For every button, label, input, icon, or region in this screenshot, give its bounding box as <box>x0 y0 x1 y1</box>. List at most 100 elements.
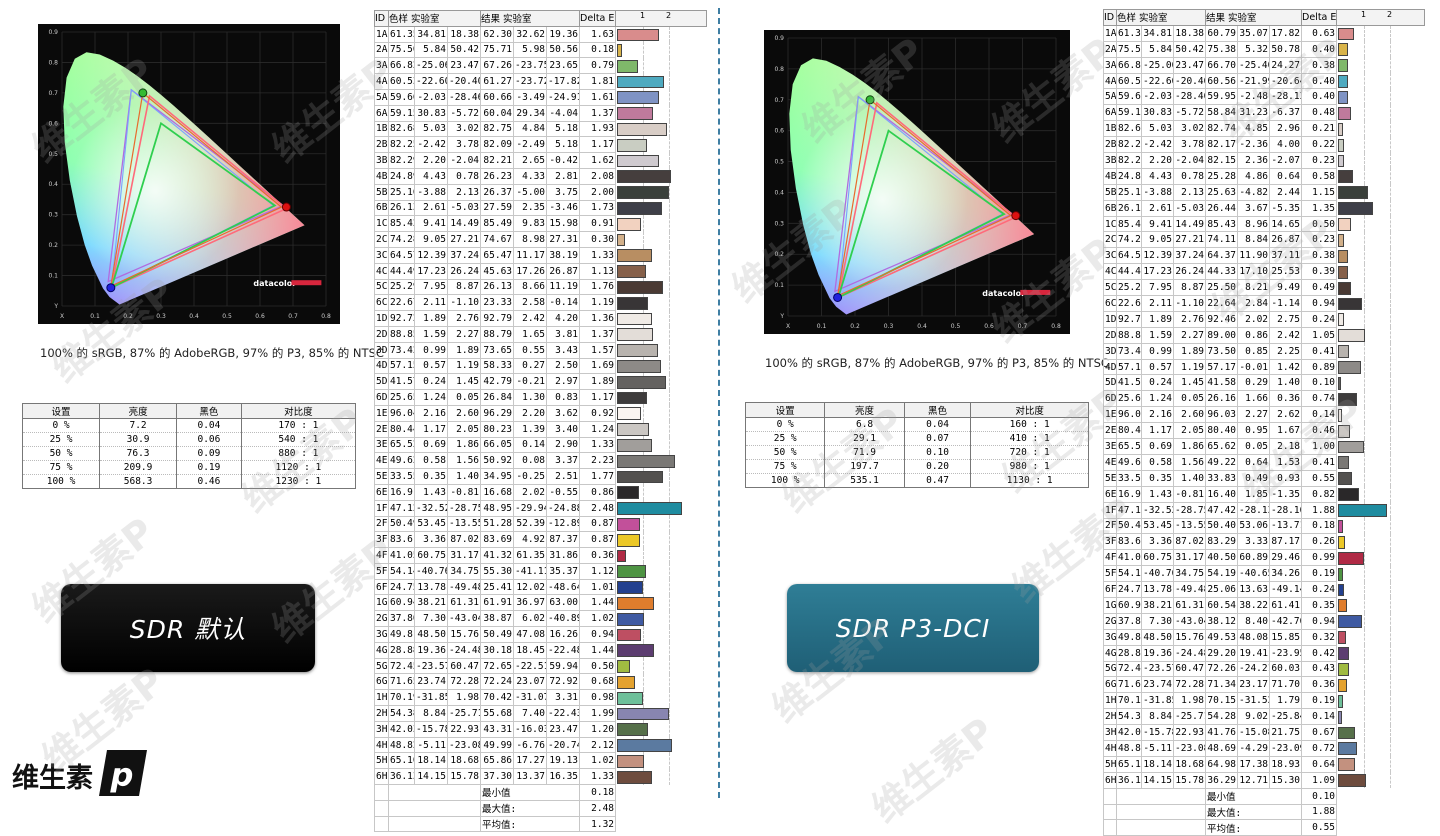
delta-e-bar-cell <box>615 200 707 216</box>
summary-blank <box>1115 787 1207 805</box>
lab-value: 24.75 <box>388 578 415 596</box>
delta-e-bar-cell <box>1336 184 1425 201</box>
patch-id: 1F <box>374 499 389 517</box>
lab-value: 60.75 <box>1141 549 1174 567</box>
lab-value: 1.45 <box>446 373 482 391</box>
lab-value: 18.93 <box>1269 755 1303 773</box>
delta-e-value: 0.87 <box>579 531 617 549</box>
delta-e-bar-cell <box>1336 88 1425 105</box>
lab-value: 13.37 <box>513 768 548 786</box>
delta-e-bar-cell <box>615 121 707 137</box>
summary-bar-blank <box>615 800 707 817</box>
summary-label: 最大值: <box>1205 803 1303 821</box>
lab-value: 0.57 <box>1141 358 1174 376</box>
y-tick-label: 0.3 <box>774 220 784 227</box>
delta-e-header: Delta E <box>1301 9 1338 26</box>
patch-id: 6E <box>374 483 389 501</box>
delta-e-bar-cell <box>1336 327 1425 344</box>
delta-e-bar-cell <box>615 705 707 722</box>
lab-value: 61.35 <box>1116 24 1142 42</box>
delta-e-bar <box>617 28 660 42</box>
delta-e-bar <box>1338 551 1364 565</box>
delta-row: 5A59.66-2.03-28.4659.95-2.48-28.130.40 <box>1103 88 1425 106</box>
delta-e-bar-cell <box>1336 247 1425 264</box>
delta-e-value: 0.21 <box>1301 120 1338 138</box>
lab-value: 3.40 <box>546 420 581 438</box>
delta-e-bar <box>1338 43 1349 57</box>
delta-e-bar-cell <box>615 752 707 769</box>
patch-id: 2A <box>1103 40 1117 58</box>
lab-value: 50.40 <box>1205 517 1239 535</box>
lab-value: 11.19 <box>546 278 581 296</box>
lab-value: 18.45 <box>513 641 548 659</box>
delta-e-value: 2.48 <box>579 499 617 517</box>
delta-e-bar-cell <box>1336 311 1425 328</box>
delta-e-bar-cell <box>615 389 707 406</box>
delta-e-bar-cell <box>1336 708 1425 725</box>
patch-id: 6B <box>1103 199 1117 217</box>
delta-row: 3G49.8148.5015.7650.4947.0816.260.94 <box>374 626 707 643</box>
mode-label-sdr-p3-dci: SDR P3-DCI <box>787 584 1039 672</box>
lab-value: 70.42 <box>480 689 515 707</box>
lab-value: -24.48 <box>446 641 482 659</box>
lab-value: 60.47 <box>446 657 482 675</box>
patch-id: 5F <box>1103 565 1117 583</box>
delta-row: 6A59.1530.83-5.7260.0429.34-4.041.37 <box>374 104 707 122</box>
delta-e-bar-cell <box>615 500 707 516</box>
delta-e-bar-cell <box>1336 216 1425 232</box>
lab-value: -28.16 <box>1269 501 1303 519</box>
lab-value: 23.65 <box>546 57 581 75</box>
delta-e-value: 0.92 <box>579 404 617 422</box>
delta-e-value: 1.01 <box>579 578 617 596</box>
delta-e-bar <box>1338 186 1368 200</box>
lab-value: -4.82 <box>1237 183 1271 201</box>
patch-id: 5A <box>374 88 389 106</box>
lab-value: 38.87 <box>480 610 515 628</box>
lab-value: 0.78 <box>1172 167 1207 185</box>
lab-value: -24.48 <box>1172 644 1207 662</box>
delta-e-bar <box>1338 647 1349 661</box>
patch-id: 5D <box>1103 374 1117 392</box>
lab-value: 36.13 <box>388 768 415 786</box>
delta-e-value: 0.94 <box>1301 612 1338 630</box>
lab-value: 23.47 <box>546 720 581 738</box>
y-tick-label: 0.6 <box>774 128 784 135</box>
delta-e-bar-cell <box>615 516 707 532</box>
delta-e-bar-cell <box>615 484 707 501</box>
lab-value: 14.15 <box>414 768 448 786</box>
delta-e-value: 1.20 <box>579 720 617 738</box>
delta-e-table: ID色样 实验室结果 实验室Delta E121A61.3534.8118.38… <box>374 10 708 833</box>
delta-e-bar-cell <box>1336 231 1425 248</box>
lab-value: 22.64 <box>1205 295 1239 312</box>
lab-value: 30.18 <box>480 641 515 659</box>
contrast-header-cell: 黑色 <box>176 403 242 419</box>
delta-e-bar-cell <box>1336 597 1425 614</box>
lab-value: -31.85 <box>1141 692 1174 710</box>
contrast-row: 25 % 30.9 0.06 540 : 1 <box>21 432 357 447</box>
delta-e-bar <box>617 281 663 294</box>
mode-label-sdr-default: SDR 默认 <box>61 584 315 672</box>
delta-e-value: 0.38 <box>1301 56 1338 74</box>
lab-value: 7.30 <box>1141 612 1174 630</box>
lab-value: 49.99 <box>480 736 515 754</box>
delta-e-value: 1.76 <box>579 278 617 296</box>
lab-value: 48.69 <box>1205 739 1239 757</box>
lab-value: 73.42 <box>388 341 415 359</box>
delta-e-bar-cell <box>615 184 707 201</box>
lab-value: 2.11 <box>1141 295 1174 312</box>
delta-row: 6F24.7513.78-49.4825.0613.63-49.140.24 <box>1103 581 1425 598</box>
delta-e-value: 1.02 <box>579 610 617 628</box>
delta-row: 2A75.505.8450.4275.715.9850.560.18 <box>374 41 707 59</box>
delta-e-bar <box>1338 774 1367 788</box>
lab-value: 41.32 <box>480 547 515 564</box>
contrast-cell: 50 % <box>21 446 101 461</box>
lab-value: 26.84 <box>480 389 515 406</box>
patch-id: 1H <box>374 689 389 707</box>
patch-id: 3A <box>1103 56 1117 74</box>
delta-e-value: 1.63 <box>579 25 617 43</box>
delta-e-bar <box>617 723 649 737</box>
lab-value: -1.35 <box>1269 485 1303 503</box>
delta-e-bar <box>1338 233 1344 247</box>
lab-value: 52.39 <box>513 515 548 533</box>
lab-value: 3.33 <box>1237 533 1271 551</box>
